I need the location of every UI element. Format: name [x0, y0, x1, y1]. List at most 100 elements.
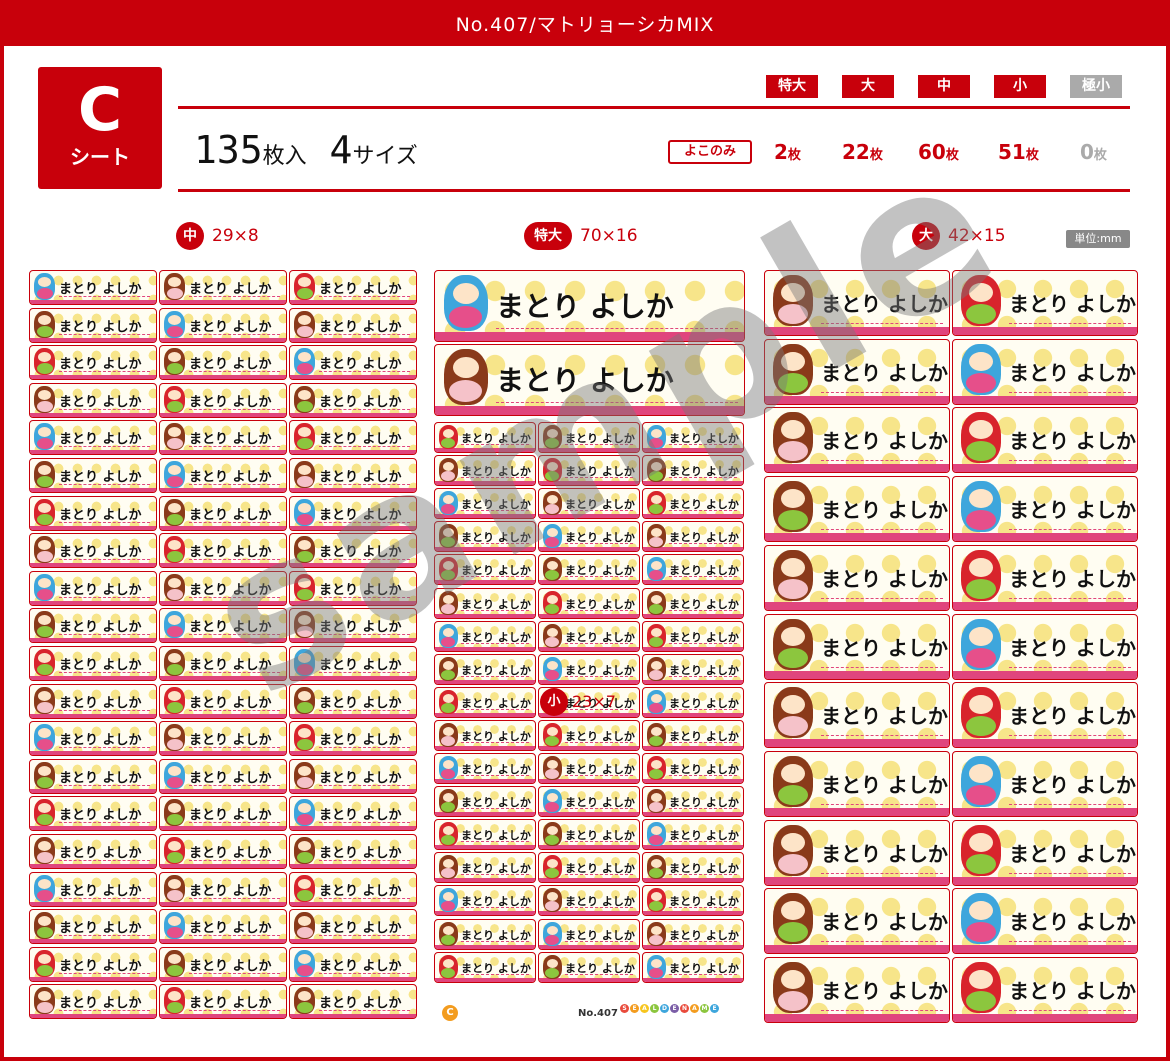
brand-logo-letter: D: [660, 1004, 669, 1013]
label-dashed-line: [461, 741, 529, 743]
label-name-text: まとり よしか: [59, 357, 142, 373]
label-dashed-line: [565, 874, 633, 876]
matryoshka-icon: [444, 349, 488, 405]
label-name-text: まとり よしか: [496, 290, 674, 323]
label-dashed-line: [59, 296, 150, 297]
label-base-stripe: [160, 788, 286, 793]
matryoshka-icon: [439, 458, 458, 483]
matryoshka-icon: [164, 874, 185, 902]
name-label: まとり よしか: [29, 345, 157, 381]
label-dashed-line: [565, 642, 633, 644]
label-name-text: まとり よしか: [59, 620, 142, 636]
label-name-text: まとり よしか: [59, 996, 142, 1012]
size-qty-0: 2枚: [774, 140, 801, 164]
footer-sheet-mark: C: [442, 1005, 458, 1021]
matryoshka-icon: [647, 557, 666, 582]
matryoshka-icon: [773, 481, 813, 533]
label-dashed-line: [189, 596, 280, 598]
label-dashed-line: [669, 477, 737, 479]
label-name-text: まとり よしか: [189, 958, 272, 974]
name-label: まとり よしか: [29, 946, 157, 982]
label-name-text: まとり よしか: [1009, 498, 1136, 523]
matryoshka-icon: [294, 461, 315, 488]
name-label: まとり よしか: [289, 570, 417, 606]
label-name-text: まとり よしか: [1009, 841, 1136, 866]
label-name-text: まとり よしか: [189, 883, 272, 899]
name-label: まとり よしか: [538, 753, 640, 784]
brand-logo-letter: M: [700, 1004, 709, 1013]
matryoshka-icon: [773, 549, 813, 601]
label-name-text: まとり よしか: [319, 545, 402, 561]
label-base-stripe: [290, 412, 416, 417]
label-base-stripe: [765, 464, 949, 473]
name-label: まとり よしか: [289, 608, 417, 644]
name-label: まとり よしか: [434, 587, 536, 619]
label-base-stripe: [953, 1014, 1137, 1022]
matryoshka-icon: [34, 536, 55, 564]
label-dashed-line: [565, 543, 633, 545]
label-dashed-line: [669, 874, 737, 876]
label-dashed-line: [59, 897, 150, 899]
label-dashed-line: [496, 402, 738, 403]
brand-logo-letter: A: [640, 1004, 649, 1013]
page-title: No.407/マトリョーシカMIX: [4, 4, 1166, 46]
matryoshka-icon: [647, 954, 666, 979]
label-base-stripe: [765, 945, 949, 954]
label-dashed-line: [59, 371, 150, 373]
name-label: まとり よしか: [764, 613, 950, 680]
label-name-text: まとり よしか: [1009, 360, 1136, 385]
name-label: まとり よしか: [159, 570, 287, 606]
matryoshka-icon: [439, 656, 458, 681]
name-label: まとり よしか: [29, 270, 157, 305]
name-label: まとり よしか: [29, 721, 157, 757]
label-dashed-line: [669, 841, 737, 843]
label-base-stripe: [765, 876, 949, 885]
name-label: まとり よしか: [538, 488, 640, 520]
matryoshka-icon: [647, 756, 666, 780]
label-name-text: まとり よしか: [821, 704, 948, 729]
matryoshka-icon: [164, 686, 185, 714]
label-dashed-line: [565, 907, 633, 909]
name-label: まとり よしか: [642, 786, 744, 818]
label-name-text: まとり よしか: [319, 282, 402, 297]
label-dashed-line: [319, 972, 410, 974]
name-label: まとり よしか: [29, 495, 157, 531]
matryoshka-icon: [543, 888, 562, 913]
name-label: まとり よしか: [29, 458, 157, 493]
label-base-stripe: [30, 450, 156, 455]
label-dashed-line: [821, 872, 943, 874]
label-dashed-line: [461, 675, 529, 677]
label-dashed-line: [189, 333, 280, 335]
label-dashed-line: [189, 897, 280, 899]
label-dashed-line: [565, 940, 633, 942]
label-base-stripe: [30, 976, 156, 981]
name-label: まとり よしか: [289, 495, 417, 531]
label-name-text: まとり よしか: [59, 319, 142, 335]
matryoshka-icon: [773, 755, 813, 807]
label-dashed-line: [669, 609, 737, 611]
label-base-stripe: [953, 601, 1137, 610]
name-label: まとり よしか: [159, 984, 287, 1020]
label-name-text: まとり よしか: [319, 733, 402, 749]
label-dashed-line: [189, 296, 280, 297]
name-label: まとり よしか: [434, 719, 536, 751]
matryoshka-icon: [773, 618, 813, 670]
name-label: まとり よしか: [642, 719, 744, 751]
label-base-stripe: [290, 751, 416, 756]
label-dashed-line: [59, 972, 150, 974]
matryoshka-icon: [34, 724, 55, 752]
brand-logo: SEALDENAME: [620, 1004, 719, 1013]
matryoshka-icon: [647, 921, 666, 946]
matryoshka-icon: [34, 498, 55, 526]
matryoshka-icon: [773, 893, 813, 945]
label-dashed-line: [59, 784, 150, 786]
matryoshka-icon: [439, 921, 458, 946]
matryoshka-icon: [164, 987, 185, 1015]
label-dashed-line: [1009, 460, 1131, 462]
name-label: まとり よしか: [434, 753, 536, 784]
label-name-text: まとり よしか: [1009, 772, 1136, 797]
name-label: まとり よしか: [538, 951, 640, 983]
name-label: まとり よしか: [159, 307, 287, 343]
matryoshka-icon: [34, 310, 55, 338]
matryoshka-icon: [773, 962, 813, 1013]
